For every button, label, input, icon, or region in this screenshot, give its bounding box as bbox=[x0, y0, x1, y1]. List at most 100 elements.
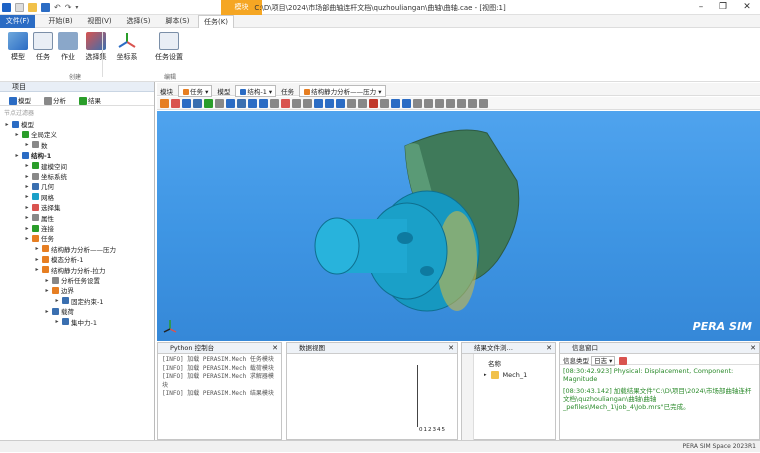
tree-node[interactable]: ▸ 结构静力分析——压力 bbox=[34, 244, 116, 254]
view-tool-icon[interactable] bbox=[281, 99, 290, 108]
tab-model[interactable]: 模型 bbox=[8, 95, 31, 105]
data-view-close[interactable]: ✕ bbox=[448, 343, 454, 354]
view-tool-icon[interactable] bbox=[336, 99, 345, 108]
tree-node[interactable]: ▸ 全局定义 bbox=[14, 129, 57, 139]
ribbon-job-button[interactable]: 作业 bbox=[53, 32, 83, 62]
menu-view[interactable]: 视图(V) bbox=[82, 15, 117, 28]
ribbon-coord-system-button[interactable]: 坐标系 bbox=[112, 32, 142, 62]
maximize-button[interactable]: ❐ bbox=[714, 1, 732, 13]
clear-log-icon[interactable] bbox=[618, 357, 627, 365]
view-tool-icon[interactable] bbox=[446, 99, 455, 108]
expand-arrow-icon[interactable]: ▸ bbox=[24, 235, 30, 242]
expand-arrow-icon[interactable]: ▸ bbox=[24, 183, 30, 190]
expand-arrow-icon[interactable]: ▸ bbox=[44, 308, 50, 315]
tree-node[interactable]: ▸ 分析任务设置 bbox=[44, 275, 100, 285]
tree-node[interactable]: ▸ 固定约束-1 bbox=[54, 296, 103, 306]
view-tool-icon[interactable] bbox=[160, 99, 169, 108]
view-tool-icon[interactable] bbox=[413, 99, 422, 108]
view-tool-icon[interactable] bbox=[314, 99, 323, 108]
tree-node[interactable]: ▸ 坐标系统 bbox=[24, 171, 67, 181]
view-tool-icon[interactable] bbox=[358, 99, 367, 108]
view-tool-icon[interactable] bbox=[435, 99, 444, 108]
view-tool-icon[interactable] bbox=[369, 99, 378, 108]
tree-node-icon bbox=[32, 162, 39, 170]
expand-arrow-icon[interactable]: ▸ bbox=[54, 318, 60, 325]
view-tool-icon[interactable] bbox=[325, 99, 334, 108]
expand-arrow-icon[interactable]: ▸ bbox=[14, 131, 20, 138]
tree-node[interactable]: ▸ 数 bbox=[24, 140, 48, 150]
tree-node[interactable]: ▸ 模型 bbox=[4, 119, 34, 129]
view-tool-icon[interactable] bbox=[424, 99, 433, 108]
expand-arrow-icon[interactable]: ▸ bbox=[4, 121, 10, 128]
view-tool-icon[interactable] bbox=[248, 99, 257, 108]
ribbon-selection-set-button[interactable]: 选择集 bbox=[81, 32, 111, 62]
expand-arrow-icon[interactable]: ▸ bbox=[34, 266, 40, 273]
view-tool-icon[interactable] bbox=[479, 99, 488, 108]
expand-arrow-icon[interactable]: ▸ bbox=[34, 245, 40, 252]
tab-analysis[interactable]: 分析 bbox=[43, 95, 66, 105]
menu-script[interactable]: 脚本(S) bbox=[160, 15, 195, 28]
view-tool-icon[interactable] bbox=[270, 99, 279, 108]
expand-arrow-icon[interactable]: ▸ bbox=[24, 204, 30, 211]
tree-node[interactable]: ▸ 结构-1 bbox=[14, 150, 51, 160]
tree-node[interactable]: ▸ 载荷 bbox=[44, 306, 74, 316]
tree-node[interactable]: ▸ 属性 bbox=[24, 213, 54, 223]
view-tool-icon[interactable] bbox=[226, 99, 235, 108]
tree-node[interactable]: ▸ 建模空间 bbox=[24, 161, 67, 171]
view-tool-icon[interactable] bbox=[182, 99, 191, 108]
tree-node-icon bbox=[32, 234, 39, 242]
menu-start[interactable]: 开始(B) bbox=[43, 15, 78, 28]
view-tool-icon[interactable] bbox=[193, 99, 202, 108]
menu-file[interactable]: 文件(F) bbox=[0, 15, 35, 28]
vt-analysis-combo[interactable]: 结构静力分析——压力 ▾ bbox=[299, 85, 386, 97]
tree-node[interactable]: ▸ 几何 bbox=[24, 181, 54, 191]
expand-arrow-icon[interactable]: ▸ bbox=[24, 162, 30, 169]
view-tool-icon[interactable] bbox=[457, 99, 466, 108]
view-tool-icon[interactable] bbox=[292, 99, 301, 108]
vt-task-combo[interactable]: 任务 ▾ bbox=[178, 85, 213, 97]
3d-viewport[interactable]: PERA SIM bbox=[157, 111, 760, 341]
view-tool-icon[interactable] bbox=[237, 99, 246, 108]
node-filter-input[interactable]: 节点过滤器 bbox=[0, 106, 154, 117]
tree-node[interactable]: ▸ 边界 bbox=[44, 285, 74, 295]
expand-arrow-icon[interactable]: ▸ bbox=[24, 173, 30, 180]
view-tool-icon[interactable] bbox=[303, 99, 312, 108]
view-tool-icon[interactable] bbox=[171, 99, 180, 108]
view-tool-icon[interactable] bbox=[391, 99, 400, 108]
expand-arrow-icon[interactable]: ▸ bbox=[24, 193, 30, 200]
expand-arrow-icon[interactable]: ▸ bbox=[24, 225, 30, 232]
tree-node[interactable]: ▸ 集中力-1 bbox=[54, 317, 97, 327]
tree-node[interactable]: ▸ 网格 bbox=[24, 192, 54, 202]
view-tool-icon[interactable] bbox=[259, 99, 268, 108]
view-tool-icon[interactable] bbox=[204, 99, 213, 108]
view-tool-icon[interactable] bbox=[402, 99, 411, 108]
vt-model-combo[interactable]: 结构-1 ▾ bbox=[235, 85, 277, 97]
tab-result[interactable]: 结果 bbox=[78, 95, 101, 105]
result-browser-close[interactable]: ✕ bbox=[546, 343, 552, 354]
tree-node[interactable]: ▸ 结构静力分析-拉力 bbox=[34, 265, 105, 275]
tree-node[interactable]: ▸ 任务 bbox=[24, 233, 54, 243]
expand-arrow-icon[interactable]: ▸ bbox=[54, 297, 60, 304]
ribbon-task-settings-button[interactable]: 任务设置 bbox=[151, 32, 187, 62]
result-item[interactable]: ▸ Mech_1 bbox=[484, 371, 527, 379]
expand-arrow-icon[interactable]: ▸ bbox=[34, 256, 40, 263]
tree-node[interactable]: ▸ 模态分析-1 bbox=[34, 254, 83, 264]
view-tool-icon[interactable] bbox=[347, 99, 356, 108]
view-tool-icon[interactable] bbox=[215, 99, 224, 108]
info-window-close[interactable]: ✕ bbox=[750, 343, 756, 354]
view-tool-icon[interactable] bbox=[468, 99, 477, 108]
python-console-close[interactable]: ✕ bbox=[272, 343, 278, 354]
expand-arrow-icon[interactable]: ▸ bbox=[24, 214, 30, 221]
expand-arrow-icon[interactable]: ▸ bbox=[24, 141, 30, 148]
expand-arrow-icon[interactable]: ▸ bbox=[14, 152, 20, 159]
info-filter-select[interactable]: 日志 ▾ bbox=[591, 356, 616, 366]
tree-node[interactable]: ▸ 选择集 bbox=[24, 202, 61, 212]
view-tool-icon[interactable] bbox=[380, 99, 389, 108]
close-button[interactable]: ✕ bbox=[738, 1, 756, 13]
expand-arrow-icon[interactable]: ▸ bbox=[44, 277, 50, 284]
expand-arrow-icon[interactable]: ▸ bbox=[44, 287, 50, 294]
menu-task[interactable]: 任务(K) bbox=[198, 15, 234, 28]
minimize-button[interactable]: – bbox=[692, 1, 710, 13]
tree-node[interactable]: ▸ 连接 bbox=[24, 223, 54, 233]
menu-select[interactable]: 选择(S) bbox=[121, 15, 156, 28]
